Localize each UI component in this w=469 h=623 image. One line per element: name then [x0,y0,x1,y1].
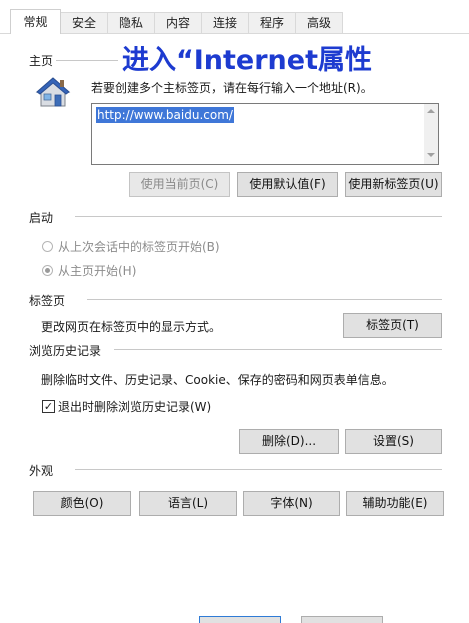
startup-home-radio[interactable] [42,265,53,276]
tabs-settings-button[interactable]: 标签页(T) [343,313,442,338]
ok-button[interactable] [199,616,281,623]
radio-selected-dot [45,268,50,273]
startup-last-session-label: 从上次会话中的标签页开始(B) [58,240,220,254]
url-scrollbar[interactable] [424,104,438,164]
tab-advanced[interactable]: 高级 [295,12,343,33]
section-divider [114,349,442,350]
dialog-footer [0,614,469,623]
overlay-caption: 进入“Internet属性 [122,45,372,76]
history-description: 删除临时文件、历史记录、Cookie、保存的密码和网页表单信息。 [41,373,394,387]
tab-panel-border [0,33,469,34]
tab-connections[interactable]: 连接 [201,12,249,33]
startup-home-label: 从主页开始(H) [58,264,137,278]
home-house-icon [35,77,71,107]
delete-history-button[interactable]: 删除(D)... [239,429,339,454]
tab-general[interactable]: 常规 [10,9,61,34]
section-divider [56,60,118,61]
delete-on-exit-label: 退出时删除浏览历史记录(W) [58,400,212,414]
home-description: 若要创建多个主标签页，请在每行输入一个地址(R)。 [91,81,373,95]
tab-security[interactable]: 安全 [60,12,108,33]
startup-last-session-radio[interactable] [42,241,53,252]
languages-button[interactable]: 语言(L) [139,491,237,516]
use-default-button[interactable]: 使用默认值(F) [237,172,338,197]
section-divider [87,299,442,300]
section-appearance-title: 外观 [29,464,54,478]
checkmark-icon: ✓ [43,400,54,413]
tab-privacy[interactable]: 隐私 [107,12,155,33]
history-settings-button[interactable]: 设置(S) [345,429,442,454]
home-url-textarea[interactable]: http://www.baidu.com/ [91,103,439,165]
section-divider [75,469,442,470]
tab-programs[interactable]: 程序 [248,12,296,33]
cancel-button[interactable] [301,616,383,623]
delete-on-exit-checkbox[interactable]: ✓ [42,400,55,413]
tab-strip: 安全 隐私 内容 连接 程序 高级 常规 [0,0,469,34]
colors-button[interactable]: 颜色(O) [33,491,131,516]
section-divider [75,216,442,217]
section-tabs-title: 标签页 [29,294,66,308]
section-home-title: 主页 [29,54,54,68]
section-startup-title: 启动 [29,211,54,225]
fonts-button[interactable]: 字体(N) [243,491,340,516]
use-current-button[interactable]: 使用当前页(C) [129,172,230,197]
scroll-up-icon[interactable] [427,109,435,113]
tabs-description: 更改网页在标签页中的显示方式。 [41,320,222,334]
use-new-tab-button[interactable]: 使用新标签页(U) [345,172,442,197]
section-history-title: 浏览历史记录 [29,344,102,358]
tab-content[interactable]: 内容 [154,12,202,33]
accessibility-button[interactable]: 辅助功能(E) [346,491,444,516]
scroll-down-icon[interactable] [427,153,435,157]
home-url-text: http://www.baidu.com/ [96,107,234,123]
